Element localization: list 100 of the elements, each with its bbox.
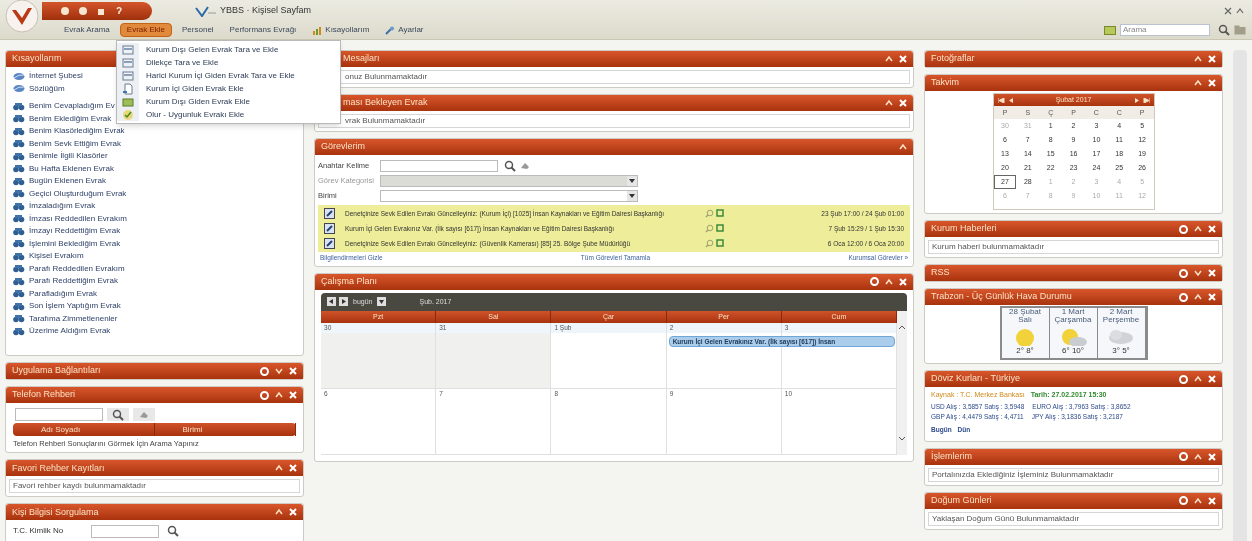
panel-header[interactable]: Çalışma Planı [315,273,914,290]
empty-message: Favori rehber kaydı bulunmamaktadır [9,479,300,494]
panel-header[interactable]: Doğum Günleri [925,492,1223,509]
window-title: YBBS · Kişisel Sayfam [220,4,312,18]
forecast-day: Perşembe [1102,316,1140,324]
empty-message: Kurum haberi bulunmamaktadır [928,240,1220,254]
lock-icon[interactable] [96,6,106,16]
shortcut-link[interactable]: Son İşlem Yaptığım Evrak [29,300,121,313]
search-icon[interactable] [504,159,516,172]
edit-icon[interactable] [324,238,335,249]
view-button[interactable] [377,297,387,307]
collapse-icon[interactable] [1236,7,1244,15]
keyword-field[interactable] [380,159,498,172]
menu-item[interactable]: Performans Evrağı [223,23,303,37]
shortcut-link[interactable]: Benim Eklediğim Evrak [29,112,112,125]
shortcut-link[interactable]: İşlemini Beklediğim Evrak [29,237,121,250]
panel-title: Telefon Rehberi [12,388,76,402]
binoculars-icon [13,189,25,199]
panel-header[interactable]: Uygulama Bağlantıları [6,363,303,379]
scroll-down-icon[interactable] [898,435,907,441]
settings-icon[interactable] [870,277,880,287]
search-field[interactable]: Arama [1120,24,1210,36]
settings-icon[interactable] [1179,452,1189,462]
menu-item[interactable]: Personel [176,23,220,37]
shortcut-link[interactable]: Geçici Oluşturduğum Evrak [29,187,127,200]
settings-icon[interactable] [1179,268,1189,278]
panel-header[interactable]: Favori Rehber Kayıtları [6,460,303,477]
settings-icon[interactable] [260,390,269,400]
scroll-up-icon[interactable] [898,324,907,330]
shortcut-link[interactable]: Parafı Reddettiğim Evrak [29,275,118,288]
shortcut-link[interactable]: Benimle İlgili Klasörler [29,150,108,163]
close-icon[interactable] [1224,7,1232,15]
eraser-icon[interactable] [520,161,530,170]
binoculars-icon [13,326,25,336]
scrollbar[interactable] [897,310,908,455]
panel-header[interactable]: Kişi Bilgisi Sorgulama [6,504,303,521]
shortcut-link[interactable]: İmzası Reddedilen Evrakım [29,212,127,225]
help-icon[interactable] [114,6,124,16]
shortcut-link[interactable]: Parafladığım Evrak [29,287,98,300]
panel-header[interactable]: Trabzon - Üç Günlük Hava Durumu [925,289,1223,305]
search-icon[interactable] [1218,24,1230,36]
folder-icon [122,95,134,108]
search-button[interactable] [107,408,129,421]
panel-header[interactable]: Kurum Haberleri [925,221,1223,237]
shortcut-link[interactable]: Üzerime Aldığım Evrak [29,325,111,338]
binoculars-icon [13,314,25,324]
settings-icon[interactable] [1179,374,1189,384]
settings-icon[interactable] [260,366,269,376]
binoculars-icon [13,126,25,136]
shortcut-link[interactable]: Benim Klasörlediğim Evrak [29,125,125,138]
panel-header[interactable]: Görevlerim [315,139,914,155]
shortcut-link[interactable]: Parafı Reddedilen Evrakım [29,262,125,275]
shortcut-link[interactable]: Bu Hafta Eklenen Evrak [29,162,114,175]
wrench-icon [385,25,396,35]
shortcut-link[interactable]: Benim Sevk Ettiğim Evrak [29,137,122,150]
shortcut-link[interactable]: Tarafıma Zimmetlenenler [29,312,118,325]
binoculars-icon [13,201,25,211]
binoculars-icon [13,151,25,161]
edit-icon[interactable] [324,223,335,234]
logo-icon[interactable] [4,0,40,33]
panel-title: RSS [931,266,950,280]
home-icon[interactable] [60,6,70,16]
shortcut-link[interactable]: Sözlüğüm [29,82,65,95]
chart-icon [312,25,323,35]
shortcut-link[interactable]: Kişisel Evrakım [29,250,84,263]
menu-item[interactable]: Kısayollarım [306,23,376,37]
panel-header[interactable]: Döviz Kurları - Türkiye [925,371,1223,387]
id-number-field[interactable] [91,524,159,538]
previous-icon[interactable] [1008,97,1013,103]
scanner-icon [122,43,134,56]
expand-icon[interactable] [275,367,283,375]
settings-icon[interactable] [1179,292,1189,302]
collapse-icon[interactable] [275,464,283,473]
menu-item[interactable]: Evrak Ekle [119,23,173,37]
menu-item[interactable]: Ayarlar [379,23,430,37]
last-icon[interactable] [1142,97,1150,103]
panel-header[interactable]: RSS [925,265,1223,281]
binoculars-icon [13,164,25,174]
panel-header[interactable]: İşlemlerim [925,448,1223,465]
menu-item[interactable]: Evrak Arama [58,23,116,37]
shortcut-link[interactable]: Benim Cevapladığım Ev [29,100,115,113]
first-icon[interactable] [997,97,1005,103]
expand-icon[interactable] [1194,269,1203,277]
shortcut-link[interactable]: İmzaladığım Evrak [29,200,96,213]
shortcut-link[interactable]: İmzayı Reddettiğim Evrak [29,225,121,238]
mail-icon[interactable] [1104,25,1116,35]
settings-icon[interactable] [1179,496,1189,506]
collapse-icon[interactable] [275,508,283,517]
menu-item[interactable]: Olur - Uygunluk Evrakı Ekle [117,108,340,121]
next-button[interactable] [339,297,348,307]
settings-icon[interactable] [1179,224,1189,234]
edit-icon[interactable] [324,208,335,219]
shortcut-link[interactable]: İnternet Şubesi [29,70,83,83]
search-icon[interactable] [167,525,179,538]
panel-header[interactable]: Telefon Rehberi [6,387,303,403]
select-field[interactable] [380,189,638,202]
shortcut-link[interactable]: Bugün Eklenen Evrak [29,175,106,188]
next-icon[interactable] [1134,97,1139,103]
search-field[interactable] [15,408,103,421]
previous-button[interactable] [327,297,336,307]
